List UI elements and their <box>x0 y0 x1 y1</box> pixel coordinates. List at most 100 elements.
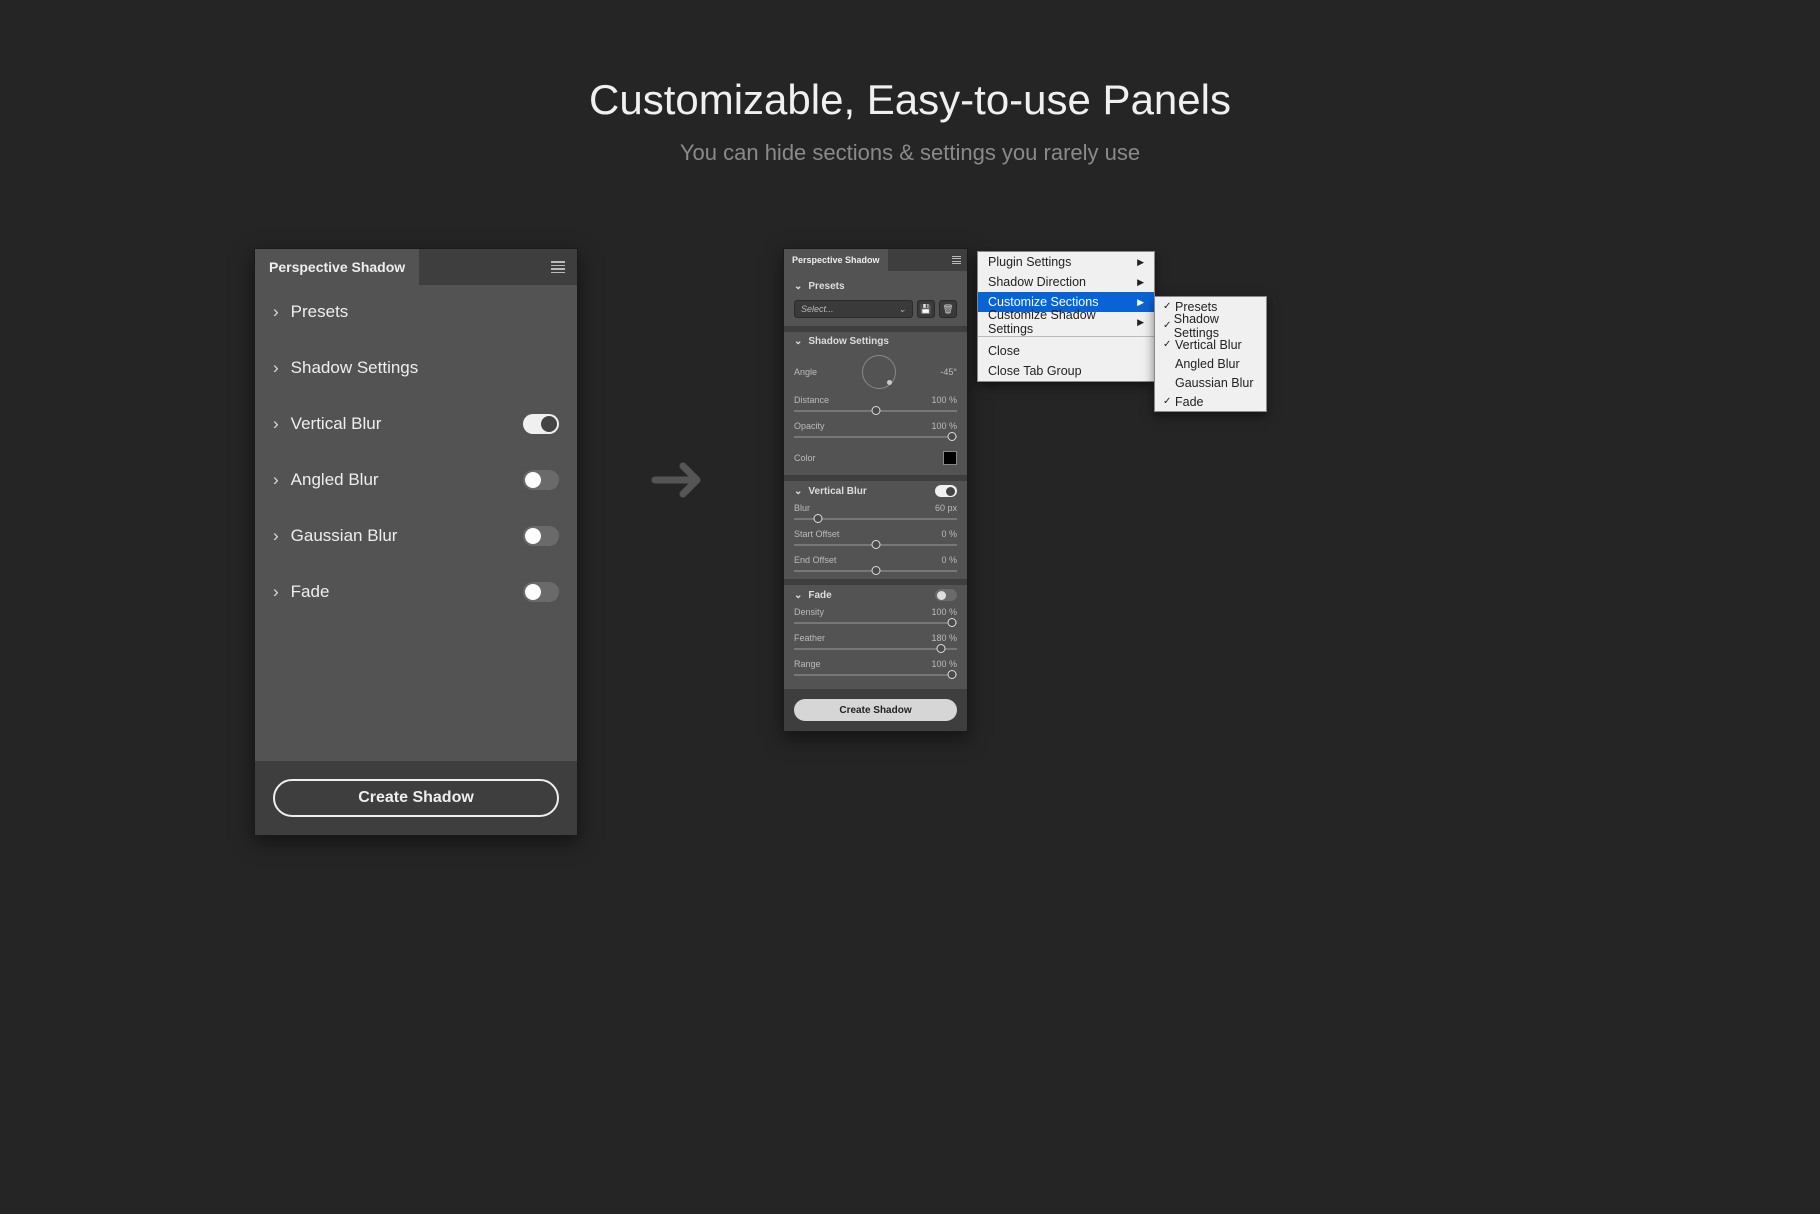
toggle-fade[interactable] <box>935 589 957 601</box>
end-offset-label: End Offset <box>794 555 836 565</box>
end-offset-slider[interactable] <box>794 565 957 577</box>
menu-label: Shadow Settings <box>1174 312 1258 340</box>
menu-label: Gaussian Blur <box>1175 376 1254 390</box>
menu-label: Shadow Direction <box>988 275 1086 289</box>
section-label: Vertical Blur <box>291 414 382 434</box>
chevron-right-icon: › <box>273 582 279 602</box>
trash-icon: 🗑 <box>942 304 953 315</box>
section-label: Presets <box>808 281 844 292</box>
section-angled-blur[interactable]: › Angled Blur <box>255 453 577 507</box>
section-head-vertical-blur[interactable]: ⌄ Vertical Blur <box>784 481 967 501</box>
section-label: Angled Blur <box>291 470 379 490</box>
submenu-item-shadow-settings[interactable]: ✓Shadow Settings <box>1155 316 1266 335</box>
section-fade[interactable]: › Fade <box>255 565 577 619</box>
section-gaussian-blur[interactable]: › Gaussian Blur <box>255 509 577 563</box>
menu-item-close-tab-group[interactable]: Close Tab Group <box>978 361 1154 381</box>
distance-slider[interactable] <box>794 405 957 417</box>
panel-right: Perspective Shadow ⌄ Presets Select... ⌄… <box>783 248 968 732</box>
density-value: 100 % <box>931 607 957 617</box>
toggle-gaussian-blur[interactable] <box>523 526 559 546</box>
menu-label: Close Tab Group <box>988 364 1082 378</box>
preset-select[interactable]: Select... ⌄ <box>794 300 913 318</box>
panel-menu-button[interactable] <box>539 259 577 275</box>
distance-value: 100 % <box>931 395 957 405</box>
opacity-value: 100 % <box>931 421 957 431</box>
submenu-item-angled-blur[interactable]: Angled Blur <box>1155 354 1266 373</box>
chevron-right-icon: › <box>273 526 279 546</box>
section-head-shadow-settings[interactable]: ⌄ Shadow Settings <box>784 332 967 351</box>
menu-item-close[interactable]: Close <box>978 341 1154 361</box>
section-label: Shadow Settings <box>291 358 419 378</box>
range-value: 100 % <box>931 659 957 669</box>
panel-left: Perspective Shadow › Presets › Shadow Se… <box>254 248 578 836</box>
chevron-right-icon: › <box>273 414 279 434</box>
start-offset-slider[interactable] <box>794 539 957 551</box>
density-slider[interactable] <box>794 617 957 629</box>
delete-preset-button[interactable]: 🗑 <box>939 300 957 318</box>
save-icon: 💾 <box>920 304 931 315</box>
submenu-customize-sections: ✓Presets ✓Shadow Settings ✓Vertical Blur… <box>1154 296 1267 412</box>
angle-label: Angle <box>794 367 817 377</box>
range-slider[interactable] <box>794 669 957 681</box>
section-label: Fade <box>808 590 831 601</box>
chevron-right-icon: ▶ <box>1137 257 1144 268</box>
toggle-vertical-blur[interactable] <box>523 414 559 434</box>
menu-item-plugin-settings[interactable]: Plugin Settings ▶ <box>978 252 1154 272</box>
save-preset-button[interactable]: 💾 <box>917 300 935 318</box>
toggle-fade[interactable] <box>523 582 559 602</box>
section-shadow-settings[interactable]: › Shadow Settings <box>255 341 577 395</box>
section-label: Vertical Blur <box>808 486 866 497</box>
angle-value: -45° <box>940 367 957 377</box>
feather-slider[interactable] <box>794 643 957 655</box>
create-shadow-button[interactable]: Create Shadow <box>794 699 957 721</box>
menu-item-shadow-direction[interactable]: Shadow Direction▶ <box>978 272 1154 292</box>
menu-label: Close <box>988 344 1020 358</box>
menu-label: Fade <box>1175 395 1204 409</box>
check-icon: ✓ <box>1163 320 1174 331</box>
end-offset-value: 0 % <box>941 555 957 565</box>
section-label: Shadow Settings <box>808 336 889 347</box>
chevron-right-icon: › <box>273 470 279 490</box>
panel-menu-button[interactable] <box>946 255 967 265</box>
check-icon: ✓ <box>1163 301 1175 312</box>
chevron-right-icon: ▶ <box>1137 297 1144 308</box>
chevron-down-icon: ⌄ <box>794 590 802 601</box>
menu-separator <box>978 336 1154 337</box>
chevron-down-icon: ⌄ <box>794 486 802 497</box>
chevron-down-icon: ⌄ <box>898 304 906 315</box>
submenu-item-fade[interactable]: ✓Fade <box>1155 392 1266 411</box>
page-subtitle: You can hide sections & settings you rar… <box>0 140 1820 166</box>
panel-tab[interactable]: Perspective Shadow <box>255 249 419 285</box>
menu-label: Vertical Blur <box>1175 338 1242 352</box>
menu-label: Plugin Settings <box>988 255 1071 269</box>
chevron-down-icon: ⌄ <box>794 281 802 292</box>
toggle-angled-blur[interactable] <box>523 470 559 490</box>
toggle-vertical-blur[interactable] <box>935 485 957 497</box>
menu-item-customize-shadow-settings[interactable]: Customize Shadow Settings▶ <box>978 312 1154 332</box>
create-shadow-button[interactable]: Create Shadow <box>273 779 559 817</box>
blur-slider[interactable] <box>794 513 957 525</box>
angle-dial[interactable] <box>862 355 896 389</box>
feather-value: 180 % <box>931 633 957 643</box>
opacity-label: Opacity <box>794 421 825 431</box>
spacer <box>255 621 577 761</box>
color-label: Color <box>794 453 816 463</box>
start-offset-value: 0 % <box>941 529 957 539</box>
section-label: Presets <box>291 302 349 322</box>
distance-label: Distance <box>794 395 829 405</box>
chevron-right-icon: › <box>273 358 279 378</box>
feather-label: Feather <box>794 633 825 643</box>
color-swatch[interactable] <box>943 451 957 465</box>
panel-tab[interactable]: Perspective Shadow <box>784 249 888 271</box>
context-menu: Plugin Settings▶ Shadow Direction▶ Custo… <box>977 251 1155 382</box>
section-presets[interactable]: › Presets <box>255 285 577 339</box>
submenu-item-gaussian-blur[interactable]: Gaussian Blur <box>1155 373 1266 392</box>
section-label: Gaussian Blur <box>291 526 398 546</box>
page-title: Customizable, Easy-to-use Panels <box>0 76 1820 124</box>
start-offset-label: Start Offset <box>794 529 839 539</box>
section-head-presets[interactable]: ⌄ Presets <box>784 277 967 296</box>
section-head-fade[interactable]: ⌄ Fade <box>784 585 967 605</box>
section-vertical-blur[interactable]: › Vertical Blur <box>255 397 577 451</box>
panel-header: Perspective Shadow <box>255 249 577 285</box>
opacity-slider[interactable] <box>794 431 957 443</box>
